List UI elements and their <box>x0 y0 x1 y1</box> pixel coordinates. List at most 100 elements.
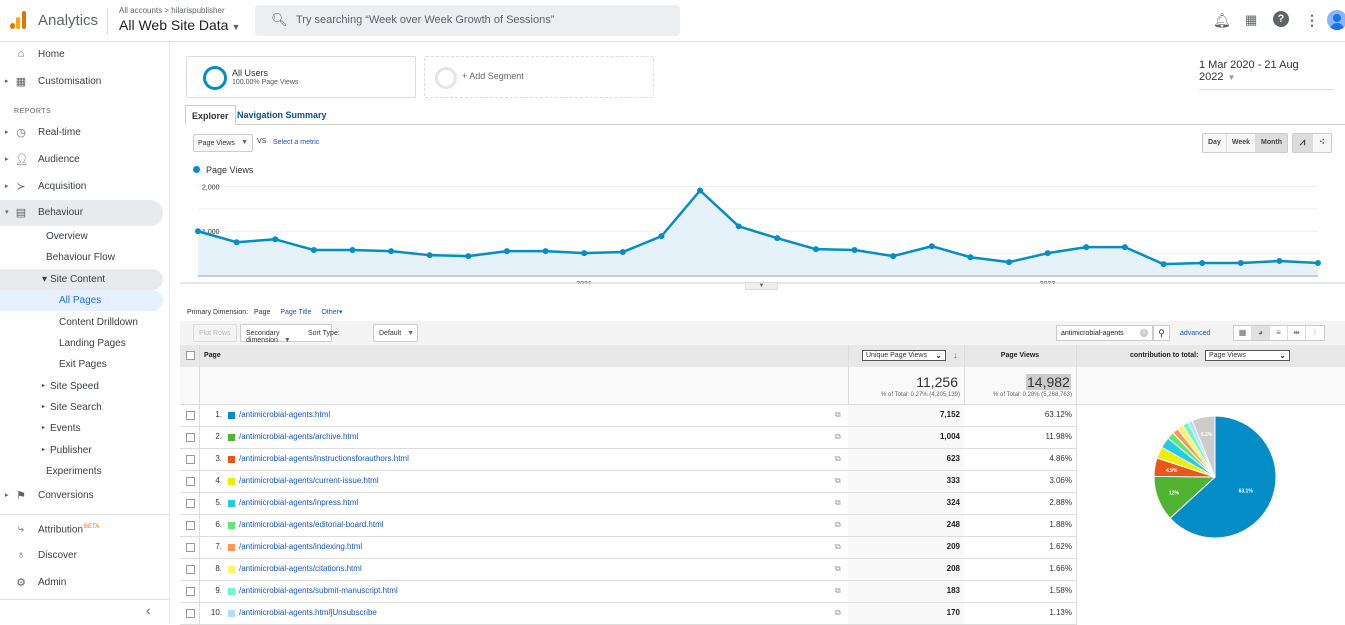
sidebar-item-content-drilldown[interactable]: Content Drilldown <box>0 312 163 333</box>
table-filter-input[interactable]: antimicrobial-agents × <box>1056 325 1153 341</box>
page-link[interactable]: /antimicrobial-agents/current-issue.html <box>239 476 379 485</box>
sort-type-dropdown[interactable]: Default ▼ <box>373 324 418 342</box>
sidebar-item-acquisition[interactable]: ▸ ≻ Acquisition <box>0 174 163 200</box>
page-link[interactable]: /antimicrobial-agents/citations.html <box>239 564 362 573</box>
account-avatar[interactable] <box>1327 10 1345 30</box>
sidebar-item-site-speed[interactable]: ▸ Site Speed <box>0 376 163 397</box>
open-page-icon[interactable]: ⧉ <box>835 498 841 508</box>
chart-collapse-handle[interactable]: ▼ <box>745 282 778 290</box>
metric1-column-selector[interactable]: Unique Page Views ⌄ <box>862 350 946 361</box>
column-header-page-views[interactable]: Page Views <box>964 345 1076 367</box>
plot-rows-button[interactable]: Plot Rows <box>193 324 237 342</box>
contribution-metric-selector[interactable]: Page Views ⌄ <box>1205 350 1290 361</box>
account-breadcrumb[interactable]: All accounts > hilarispublisher <box>119 6 225 15</box>
sidebar-item-admin[interactable]: ⚙ Admin <box>0 570 163 596</box>
week-button[interactable]: Week <box>1227 134 1257 152</box>
sidebar-item-all-pages[interactable]: All Pages <box>0 290 163 311</box>
open-page-icon[interactable]: ⧉ <box>835 410 841 420</box>
apps-grid-icon[interactable]: ▦ <box>1245 12 1257 28</box>
tab-explorer[interactable]: Explorer <box>185 105 236 125</box>
sidebar-item-discover[interactable]: ♁ Discover <box>0 543 163 569</box>
page-link[interactable]: /antimicrobial-agents/indexing.html <box>239 542 362 551</box>
sidebar-item-landing-pages[interactable]: Landing Pages <box>0 333 163 354</box>
segment-all-users[interactable]: All Users 100.00% Page Views <box>186 56 416 98</box>
row-checkbox[interactable] <box>186 521 195 530</box>
row-checkbox[interactable] <box>186 455 195 464</box>
select-metric-link[interactable]: Select a metric <box>273 139 319 146</box>
sidebar-item-attribution[interactable]: ⤷ AttributionBETA <box>0 517 163 543</box>
row-checkbox[interactable] <box>186 587 195 596</box>
total-unique-page-views: 11,256 <box>916 374 958 390</box>
open-page-icon[interactable]: ⧉ <box>835 520 841 530</box>
search-bar[interactable]: 🔍︎ Try searching “Week over Week Growth … <box>255 5 680 36</box>
sidebar-item-audience[interactable]: ▸ 👤︎ Audience <box>0 147 163 173</box>
open-page-icon[interactable]: ⧉ <box>835 454 841 464</box>
column-header-page[interactable]: Page <box>204 345 221 367</box>
sidebar-item-exit-pages[interactable]: Exit Pages <box>0 354 163 375</box>
tab-navigation-summary[interactable]: Navigation Summary <box>231 105 333 125</box>
open-page-icon[interactable]: ⧉ <box>835 432 841 442</box>
sort-desc-icon[interactable]: ↓ <box>953 345 958 367</box>
add-segment-button[interactable]: + Add Segment <box>424 56 654 98</box>
row-checkbox[interactable] <box>186 565 195 574</box>
page-views-line-chart[interactable]: 2,0001,00020212022 <box>180 172 1345 284</box>
day-button[interactable]: Day <box>1203 134 1227 152</box>
contribution-pie-chart[interactable]: 63.1% 12% 4.9% 6.2% <box>1145 412 1285 552</box>
page-link[interactable]: /antimicrobial-agents/editorial-board.ht… <box>239 520 384 529</box>
bell-icon[interactable]: 🔔︎ <box>1213 12 1231 29</box>
date-range-picker[interactable]: 1 Mar 2020 - 21 Aug 2022 ▼ <box>1199 59 1334 90</box>
page-link[interactable]: /antimicrobial-agents/instructionsforaut… <box>239 454 409 463</box>
sidebar-item-home[interactable]: ⌂ Home <box>0 42 163 68</box>
sidebar-item-site-search[interactable]: ▸ Site Search <box>0 397 163 418</box>
page-link[interactable]: /antimicrobial-agents/inpress.html <box>239 498 358 507</box>
row-checkbox[interactable] <box>186 477 195 486</box>
metric-selector[interactable]: Page Views ▼ <box>193 134 253 152</box>
sidebar-item-conversions[interactable]: ▸ ⚑ Conversions <box>0 483 163 509</box>
pivot-view-icon[interactable]: ⦙ <box>1306 326 1324 340</box>
sidebar-item-label: Real-time <box>38 127 81 138</box>
help-icon[interactable]: ? <box>1273 11 1289 27</box>
row-checkbox[interactable] <box>186 433 195 442</box>
collapse-sidebar-button[interactable]: ‹ <box>146 602 151 618</box>
row-checkbox[interactable] <box>186 499 195 508</box>
page-link[interactable]: /antimicrobial-agents.html <box>239 410 330 419</box>
dimension-page-title-link[interactable]: Page Title <box>280 309 311 316</box>
clear-filter-icon[interactable]: × <box>1140 329 1148 337</box>
sidebar-item-publisher[interactable]: ▸ Publisher <box>0 440 163 461</box>
page-link[interactable]: /antimicrobial-agents/archive.html <box>239 432 358 441</box>
bar-view-icon[interactable]: ≡ <box>1270 326 1288 340</box>
month-button[interactable]: Month <box>1256 134 1288 152</box>
advanced-filter-link[interactable]: advanced <box>1180 330 1210 337</box>
sidebar-item-site-content[interactable]: ▾ Site Content <box>0 269 163 290</box>
comparison-view-icon[interactable]: ⇹ <box>1288 326 1306 340</box>
row-checkbox[interactable] <box>186 411 195 420</box>
more-vert-icon[interactable]: ⋮ <box>1305 12 1319 29</box>
search-icon[interactable]: ⚲ <box>1153 325 1170 341</box>
row-checkbox[interactable] <box>186 543 195 552</box>
line-chart-icon[interactable]: ⩘ <box>1293 134 1313 152</box>
sidebar-item-customisation[interactable]: ▸ ▦ Customisation <box>0 69 163 95</box>
dimension-other-link[interactable]: Other▾ <box>321 309 342 316</box>
open-page-icon[interactable]: ⧉ <box>835 542 841 552</box>
open-page-icon[interactable]: ⧉ <box>835 586 841 596</box>
pie-view-icon[interactable]: ◕ <box>1252 326 1270 340</box>
analytics-logo-icon[interactable] <box>10 11 28 29</box>
open-page-icon[interactable]: ⧉ <box>835 564 841 574</box>
sidebar-item-label: Behaviour Flow <box>46 252 115 263</box>
sidebar-item-realtime[interactable]: ▸ ◷ Real-time <box>0 120 163 146</box>
sidebar-item-events[interactable]: ▸ Events <box>0 418 163 439</box>
property-selector[interactable]: All Web Site Data ▼ <box>119 17 240 33</box>
select-all-checkbox[interactable] <box>186 351 195 360</box>
motion-chart-icon[interactable]: ⁖ <box>1313 134 1331 152</box>
page-link[interactable]: /antimicrobial-agents/submit-manuscript.… <box>239 586 398 595</box>
table-toolbar: Plot Rows Secondary dimension ▼ Sort Type… <box>180 321 1345 345</box>
sidebar-item-overview[interactable]: Overview <box>0 226 163 247</box>
row-checkbox[interactable] <box>186 609 195 618</box>
table-view-icon[interactable]: ▦ <box>1234 326 1252 340</box>
open-page-icon[interactable]: ⧉ <box>835 476 841 486</box>
sidebar-item-behaviour-flow[interactable]: Behaviour Flow <box>0 247 163 268</box>
page-link[interactable]: /antimicrobial-agents.html]Unsubscribe <box>239 608 377 617</box>
sidebar-item-behaviour[interactable]: ▾ ▤ Behaviour <box>0 200 163 226</box>
open-page-icon[interactable]: ⧉ <box>835 608 841 618</box>
sidebar-item-experiments[interactable]: Experiments <box>0 461 163 482</box>
